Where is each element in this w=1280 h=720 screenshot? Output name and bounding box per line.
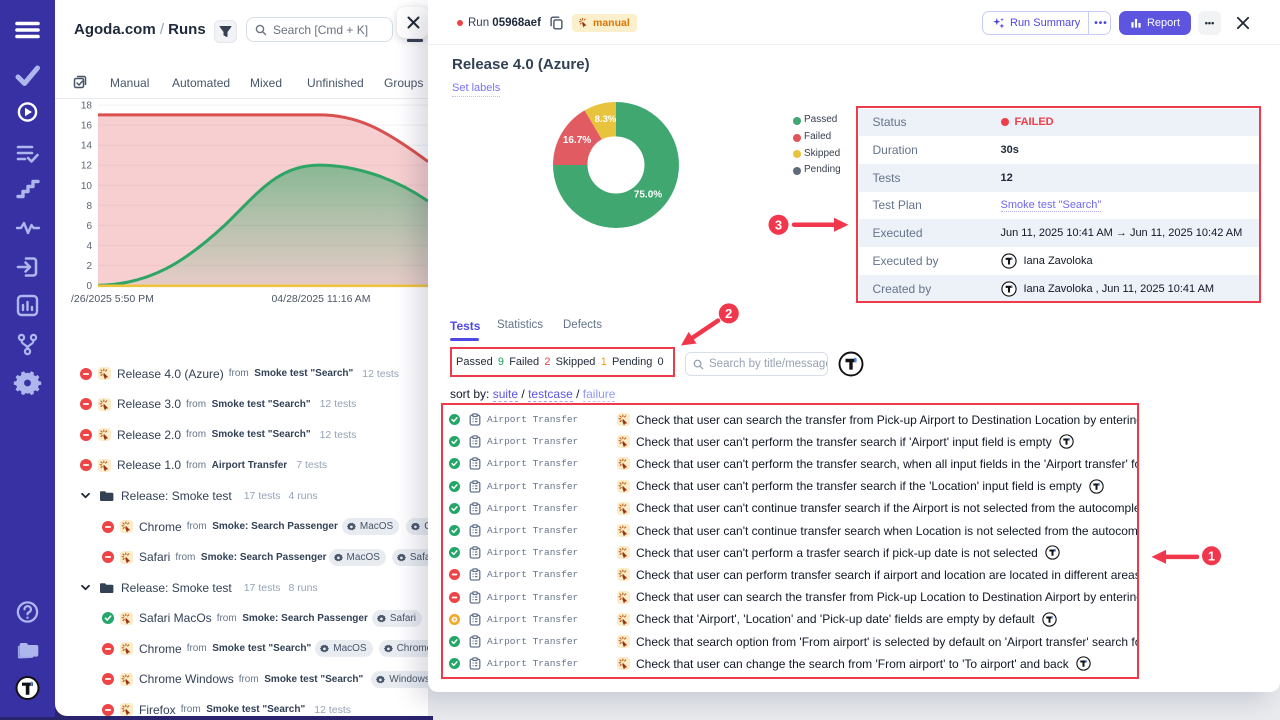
svg-text:12: 12 [81, 161, 93, 172]
svg-text:16.7%: 16.7% [563, 135, 591, 146]
svg-text:18: 18 [81, 101, 93, 112]
svg-text:8.3%: 8.3% [595, 114, 617, 125]
svg-text:2: 2 [86, 261, 92, 272]
svg-text:0: 0 [86, 281, 92, 292]
svg-text:/26/2025 5:50 PM: /26/2025 5:50 PM [71, 293, 154, 305]
svg-text:10: 10 [81, 181, 93, 192]
svg-text:75.0%: 75.0% [634, 189, 662, 200]
svg-text:4: 4 [86, 241, 92, 252]
svg-text:04/28/2025 11:16 AM: 04/28/2025 11:16 AM [271, 293, 370, 305]
svg-text:6: 6 [86, 221, 92, 232]
svg-text:14: 14 [81, 141, 93, 152]
svg-text:16: 16 [81, 121, 93, 132]
svg-text:8: 8 [86, 201, 92, 212]
